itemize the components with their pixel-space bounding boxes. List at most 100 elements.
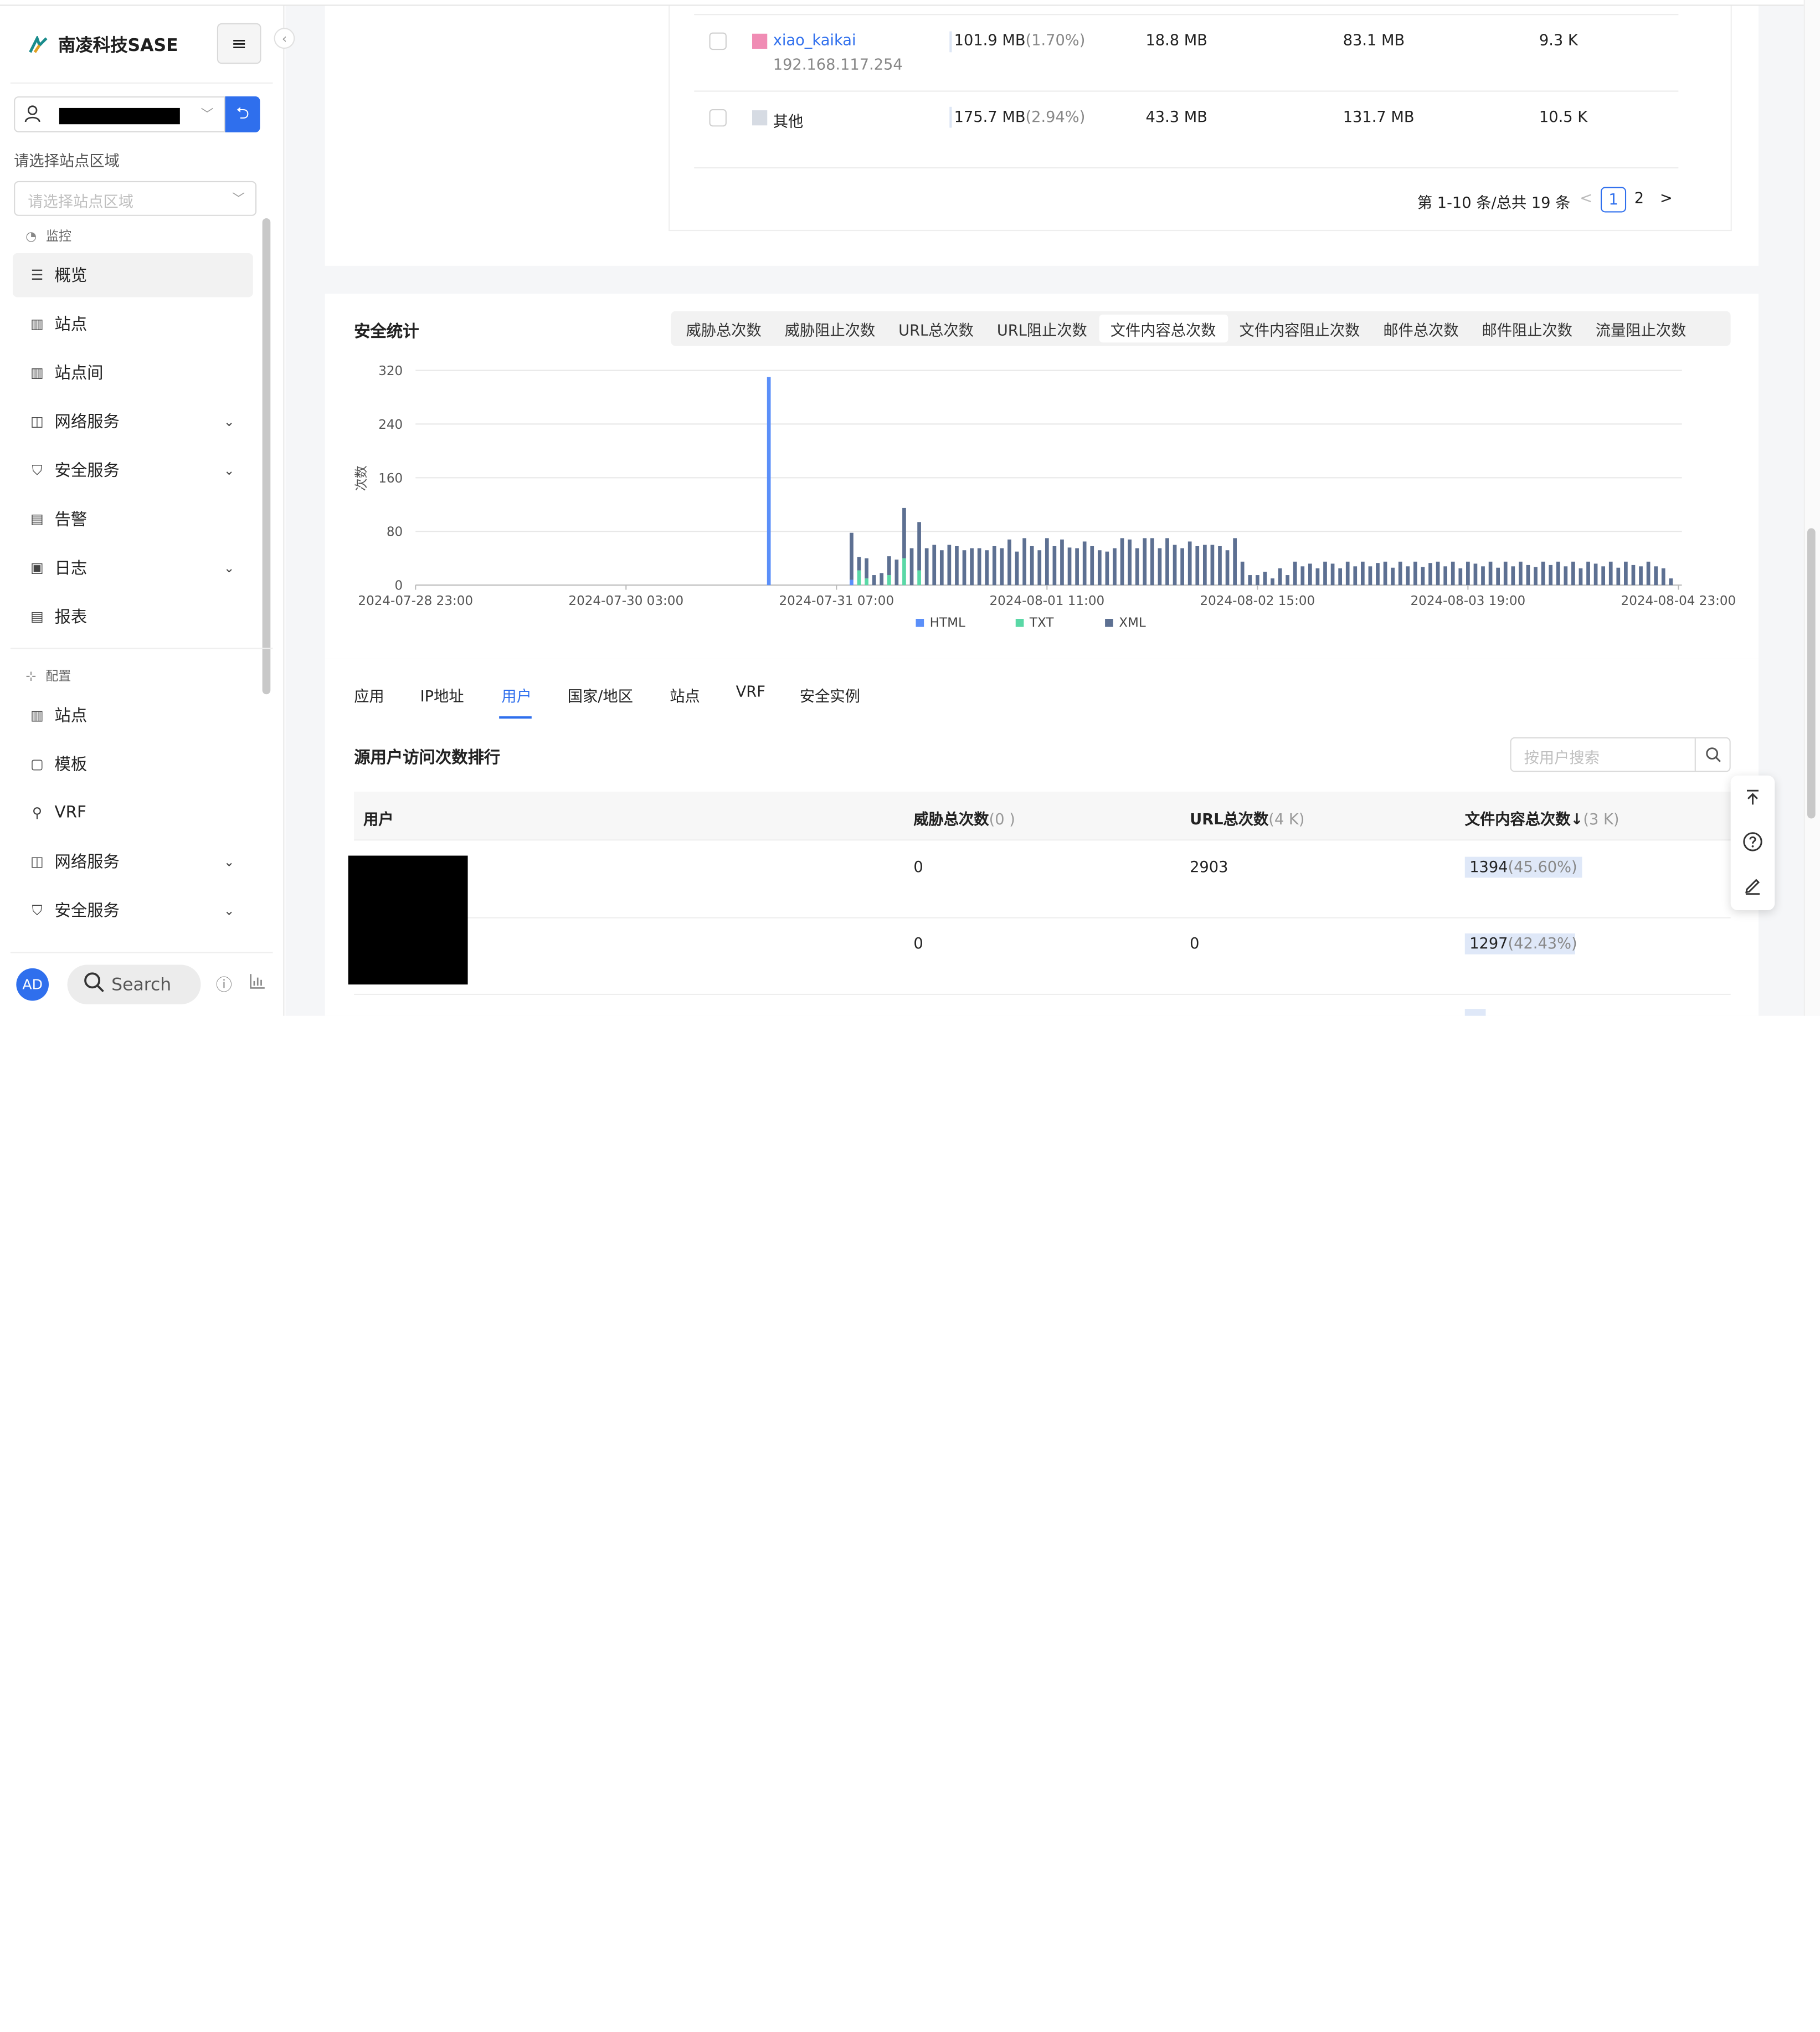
stats-icon[interactable] <box>250 973 266 994</box>
bar-xml <box>1669 578 1673 586</box>
x-tick-label: 2024-07-30 03:00 <box>568 594 683 608</box>
y-tick-label: 320 <box>378 364 403 378</box>
bar-xml <box>1120 538 1124 586</box>
ranking-tab[interactable]: 用户 <box>501 684 532 706</box>
column-total: (4 K) <box>1268 811 1305 829</box>
bar-xml <box>1210 545 1215 586</box>
column-url[interactable]: URL总次数(4 K) <box>1190 807 1304 829</box>
template-icon: ▢ <box>30 756 44 772</box>
sidebar-item[interactable]: ⛉ 安全服务 ⌄ <box>13 888 253 932</box>
column-file-content[interactable]: 文件内容总次数↓(3 K) <box>1465 807 1620 829</box>
ranking-tab[interactable]: 站点 <box>670 684 700 706</box>
legend-label: TXT <box>1029 615 1054 630</box>
column-label: 用户 <box>363 811 394 829</box>
bar-xml <box>1037 550 1042 586</box>
legend-dot <box>1015 619 1024 627</box>
file-value: 1394 <box>1469 859 1508 877</box>
bar-xml <box>1421 567 1425 586</box>
bar-xml <box>1060 539 1064 586</box>
ranking-tab[interactable]: 国家/地区 <box>568 684 633 706</box>
ranking-tab[interactable]: 应用 <box>354 684 384 706</box>
help-icon[interactable] <box>1731 820 1775 864</box>
bar-xml <box>1045 538 1049 586</box>
column-threat[interactable]: 威胁总次数(0 ) <box>913 807 1015 829</box>
divider <box>10 952 273 953</box>
bar-xml <box>1338 568 1342 586</box>
app-window: 南凌科技SASE ≡ ﹀ ⮌ 请选择站点区域 请选择站点区域 ﹀ ◔ 监控 ☰ 概… <box>0 0 1820 2032</box>
bar-xml <box>894 560 899 586</box>
sidebar-item[interactable]: ▥ 站点 <box>13 693 253 737</box>
collapse-sidebar-button[interactable]: ‹ <box>274 28 295 49</box>
legend-dot <box>916 619 924 627</box>
legend-html[interactable]: HTML <box>916 615 965 630</box>
threat-count: 0 <box>913 936 923 953</box>
sidebar-item[interactable]: ▢ 模板 <box>13 742 253 786</box>
floating-toolbar <box>1730 775 1775 911</box>
help-icon[interactable]: ⓘ <box>216 973 232 996</box>
config-icon: ⊹ <box>25 668 37 684</box>
search-label: Search <box>111 974 172 996</box>
page-scroll-track <box>1803 0 1820 1016</box>
bar-xml <box>1593 563 1598 586</box>
sidebar-item[interactable]: ◫ 网络服务 ⌄ <box>13 839 253 884</box>
group-config: ⊹ 配置 <box>25 666 71 685</box>
page-scrollbar[interactable] <box>1807 528 1816 819</box>
shield-icon: ⛉ <box>32 901 43 918</box>
bar-xml <box>1549 565 1553 586</box>
bar-xml <box>1158 548 1162 586</box>
user-search-input[interactable]: 按用户搜索 <box>1510 737 1731 772</box>
bar-xml <box>1519 561 1523 586</box>
bar-xml <box>1000 548 1004 586</box>
bar-xml <box>1564 566 1568 586</box>
bar-xml <box>985 550 989 586</box>
bar-xml <box>1398 561 1402 586</box>
column-user[interactable]: 用户 <box>363 807 394 829</box>
x-tick-label: 2024-07-28 23:00 <box>358 594 473 608</box>
legend-xml[interactable]: XML <box>1105 615 1146 630</box>
bar-xml <box>1428 563 1432 586</box>
bar-xml <box>1473 563 1478 586</box>
bar-xml <box>1661 568 1665 586</box>
bar-xml <box>857 557 861 571</box>
avatar[interactable]: AD <box>16 968 49 1001</box>
y-tick-label: 240 <box>378 418 403 432</box>
bar-xml <box>1330 563 1335 586</box>
file-percent: (42.43%) <box>1508 936 1577 953</box>
edit-icon[interactable] <box>1731 864 1775 908</box>
bar-xml <box>1496 567 1500 586</box>
sidebar-item-label: VRF <box>54 803 86 822</box>
bar-txt <box>865 578 868 586</box>
y-axis-label: 次数 <box>354 465 369 491</box>
bar-xml <box>939 550 944 586</box>
security-chart: 0 80 160 240 320 次数 2024-07-28 23:00 2024-07-30… <box>354 364 1736 608</box>
ranking-tab[interactable]: VRF <box>736 684 765 701</box>
bar-xml <box>932 545 937 586</box>
bar-xml <box>1067 547 1072 586</box>
bar-xml <box>1128 539 1132 586</box>
bar-xml <box>1090 546 1094 586</box>
bar-xml <box>1097 550 1102 586</box>
sidebar-item[interactable]: ⚲ VRF <box>13 791 253 835</box>
bar-xml <box>1391 567 1395 586</box>
bar-xml <box>1376 563 1380 586</box>
bar-xml <box>955 546 959 586</box>
bar-xml <box>1481 566 1485 586</box>
bar-xml <box>1503 561 1508 586</box>
bar-xml <box>1616 567 1621 586</box>
search-icon[interactable] <box>1694 738 1730 771</box>
ranking-tab[interactable]: IP地址 <box>420 684 464 706</box>
ranking-tab[interactable]: 安全实例 <box>800 684 860 706</box>
url-count: 0 <box>1190 936 1200 953</box>
column-label: 威胁总次数 <box>913 811 989 829</box>
bar-xml <box>1488 561 1493 586</box>
bar-xml <box>917 522 921 571</box>
back-to-top-icon[interactable] <box>1731 776 1775 820</box>
bar-xml <box>970 548 974 586</box>
bar-xml <box>1353 566 1358 586</box>
url-count: 2903 <box>1190 859 1228 877</box>
search-button[interactable]: Search <box>67 964 201 1004</box>
bar-xml <box>1639 566 1643 586</box>
legend-txt[interactable]: TXT <box>1015 615 1054 630</box>
threat-count: 0 <box>913 859 923 877</box>
chevron-down-icon: ⌄ <box>224 854 235 869</box>
